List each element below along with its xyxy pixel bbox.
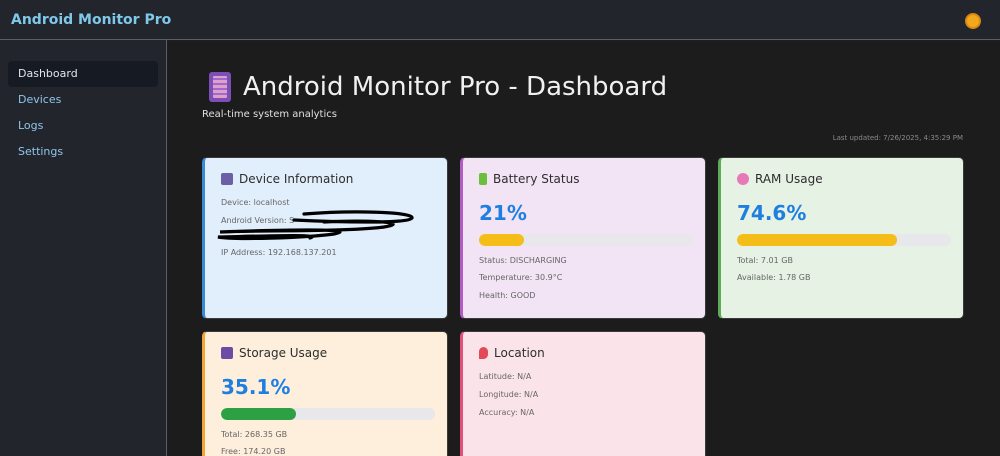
latitude: Latitude: N/A <box>479 372 532 381</box>
ram-progress-bar <box>737 234 951 246</box>
card-title: Device Information <box>239 172 354 186</box>
sidebar-item-settings[interactable]: Settings <box>8 139 158 165</box>
phone-icon <box>209 72 231 102</box>
storage-free: Free: 174.20 GB <box>221 447 286 456</box>
top-bar: Android Monitor Pro <box>0 0 1000 40</box>
longitude: Longitude: N/A <box>479 390 539 399</box>
battery-progress-fill <box>479 234 524 246</box>
ram-total: Total: 7.01 GB <box>737 256 793 265</box>
accuracy: Accuracy: N/A <box>479 408 535 417</box>
card-header: Storage Usage <box>221 346 327 360</box>
card-header: RAM Usage <box>737 172 823 186</box>
battery-health: Health: GOOD <box>479 291 536 300</box>
brain-icon <box>737 173 749 185</box>
ram-percent: 74.6% <box>737 201 807 225</box>
battery-icon <box>479 173 487 185</box>
page-title: Android Monitor Pro - Dashboard <box>243 72 668 102</box>
ip-address: IP Address: 192.168.137.201 <box>221 248 337 257</box>
app-title[interactable]: Android Monitor Pro <box>11 12 171 28</box>
sidebar-item-dashboard[interactable]: Dashboard <box>8 61 158 87</box>
map-pin-icon <box>479 347 488 359</box>
phone-icon <box>221 173 233 185</box>
storage-total: Total: 268.35 GB <box>221 430 288 439</box>
ram-progress-fill <box>737 234 897 246</box>
floppy-disk-icon <box>221 347 233 359</box>
card-title: Battery Status <box>493 172 580 186</box>
page-subtitle: Real-time system analytics <box>202 109 337 120</box>
battery-progress-bar <box>479 234 693 246</box>
sidebar-item-devices[interactable]: Devices <box>8 87 158 113</box>
ram-usage-card: RAM Usage 74.6% Total: 7.01 GB Available… <box>718 157 964 319</box>
location-card: Location Latitude: N/A Longitude: N/A Ac… <box>460 331 706 456</box>
card-header: Device Information <box>221 172 353 186</box>
battery-status: Status: DISCHARGING <box>479 256 567 265</box>
storage-percent: 35.1% <box>221 375 291 399</box>
redaction-scribble <box>217 210 414 241</box>
storage-progress-fill <box>221 408 297 420</box>
storage-usage-card: Storage Usage 35.1% Total: 268.35 GB Fre… <box>202 331 448 456</box>
sidebar: Dashboard Devices Logs Settings <box>0 40 167 456</box>
card-header: Battery Status <box>479 172 579 186</box>
card-title: RAM Usage <box>755 172 823 186</box>
sidebar-item-logs[interactable]: Logs <box>8 113 158 139</box>
theme-toggle-button[interactable] <box>962 10 984 32</box>
device-name: Device: localhost <box>221 198 290 207</box>
last-updated-timestamp: Last updated: 7/26/2025, 4:35:29 PM <box>832 134 963 142</box>
battery-temperature: Temperature: 30.9°C <box>479 273 563 282</box>
card-header: Location <box>479 346 545 360</box>
page-header: Android Monitor Pro - Dashboard <box>209 69 667 105</box>
battery-percent: 21% <box>479 201 527 225</box>
battery-status-card: Battery Status 21% Status: DISCHARGING T… <box>460 157 706 319</box>
ram-available: Available: 1.78 GB <box>737 273 811 282</box>
storage-progress-bar <box>221 408 435 420</box>
card-title: Location <box>494 346 545 360</box>
card-title: Storage Usage <box>239 346 328 360</box>
sun-icon <box>967 15 979 27</box>
